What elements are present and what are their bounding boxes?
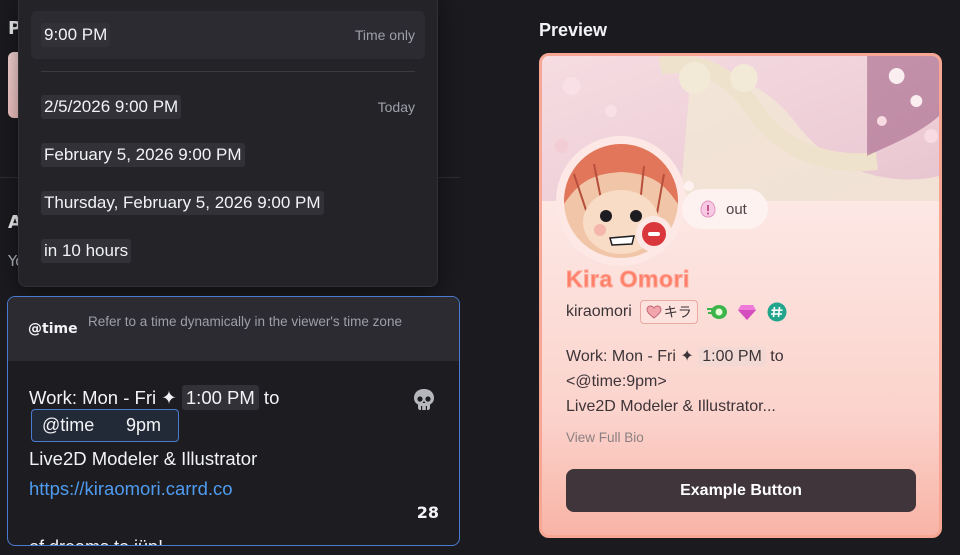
- time-mention-chip[interactable]: @time 9pm: [31, 409, 179, 442]
- mention-tag: @time: [42, 415, 95, 435]
- bio-line-2: <@time:9pm>: [566, 373, 667, 390]
- custom-status-bubble[interactable]: out: [682, 181, 768, 229]
- bio-time-chip: 1:00 PM: [698, 347, 766, 366]
- editor-link[interactable]: https://kiraomori.carrd.co: [29, 478, 233, 500]
- character-counter: 28: [416, 503, 439, 522]
- bio-line-1: Work: Mon - Fri ✦ 1:00 PM to: [566, 344, 926, 369]
- suggestion-tag: @time: [28, 321, 78, 337]
- status-text: out: [726, 200, 747, 218]
- editor-time-chip: 1:00 PM: [181, 385, 259, 410]
- editor-text: to: [258, 387, 280, 408]
- bio-editor[interactable]: @time Refer to a time dynamically in the…: [7, 296, 460, 546]
- hashtag-badge-icon[interactable]: [766, 301, 788, 323]
- profile-preview-card: out Kira Omori kiraomori キラ Work: Mon - …: [539, 53, 942, 538]
- display-name: Kira Omori: [566, 266, 690, 293]
- time-option-label: Thursday, February 5, 2026 9:00 PM: [41, 191, 324, 215]
- mention-value: 9pm: [126, 415, 162, 435]
- time-option-time-only[interactable]: 9:00 PM Time only: [31, 11, 425, 59]
- time-format-popup: 9:00 PM Time only 2/5/2026 9:00 PM Today…: [18, 0, 438, 287]
- dnd-icon: [642, 222, 666, 246]
- editor-line-3: Live2D Modeler & Illustrator: [29, 448, 258, 469]
- guild-tag-badge[interactable]: キラ: [639, 300, 698, 324]
- time-option-long-date[interactable]: February 5, 2026 9:00 PM: [31, 131, 425, 179]
- warning-icon: [700, 200, 716, 218]
- time-option-full-date[interactable]: Thursday, February 5, 2026 9:00 PM: [31, 179, 425, 227]
- editor-line-1: Work: Mon - Fri ✦ 1:00 PM to: [29, 385, 280, 410]
- skull-icon[interactable]: [411, 387, 437, 413]
- popup-divider: [41, 71, 415, 72]
- editor-text: Work: Mon - Fri ✦: [29, 387, 182, 408]
- avatar-frame: [556, 136, 686, 266]
- gem-badge-icon[interactable]: [736, 301, 758, 323]
- bio-text: Work: Mon - Fri ✦: [566, 348, 699, 365]
- preview-heading: Preview: [539, 20, 608, 40]
- time-option-label: 2/5/2026 9:00 PM: [41, 95, 182, 119]
- bio-text: to: [765, 348, 784, 365]
- dnd-status-indicator: [636, 216, 672, 252]
- time-option-label: in 10 hours: [41, 239, 132, 263]
- bio-line-3: Live2D Modeler & Illustrator...: [566, 398, 776, 415]
- time-option-note: Today: [377, 99, 415, 115]
- time-option-label: 9:00 PM: [41, 23, 111, 47]
- profile-bio: Work: Mon - Fri ✦ 1:00 PM to <@time:9pm>…: [566, 344, 926, 419]
- time-option-short-date[interactable]: 2/5/2026 9:00 PM Today: [31, 83, 425, 131]
- time-option-label: February 5, 2026 9:00 PM: [41, 143, 245, 167]
- suggestion-description: Refer to a time dynamically in the viewe…: [88, 314, 402, 329]
- username-row: kiraomori キラ: [566, 300, 788, 324]
- heart-icon: [646, 305, 662, 319]
- guild-tag-text: キラ: [663, 305, 692, 321]
- nitro-badge-icon[interactable]: [706, 301, 728, 323]
- username: kiraomori: [566, 303, 632, 320]
- editor-line-cut: of dreams to jüp!: [29, 537, 163, 545]
- time-option-relative[interactable]: in 10 hours: [31, 227, 425, 275]
- view-full-bio-link[interactable]: View Full Bio: [566, 430, 644, 445]
- time-option-note: Time only: [354, 27, 415, 43]
- example-button[interactable]: Example Button: [566, 469, 916, 512]
- autocomplete-suggestion[interactable]: @time Refer to a time dynamically in the…: [8, 297, 459, 361]
